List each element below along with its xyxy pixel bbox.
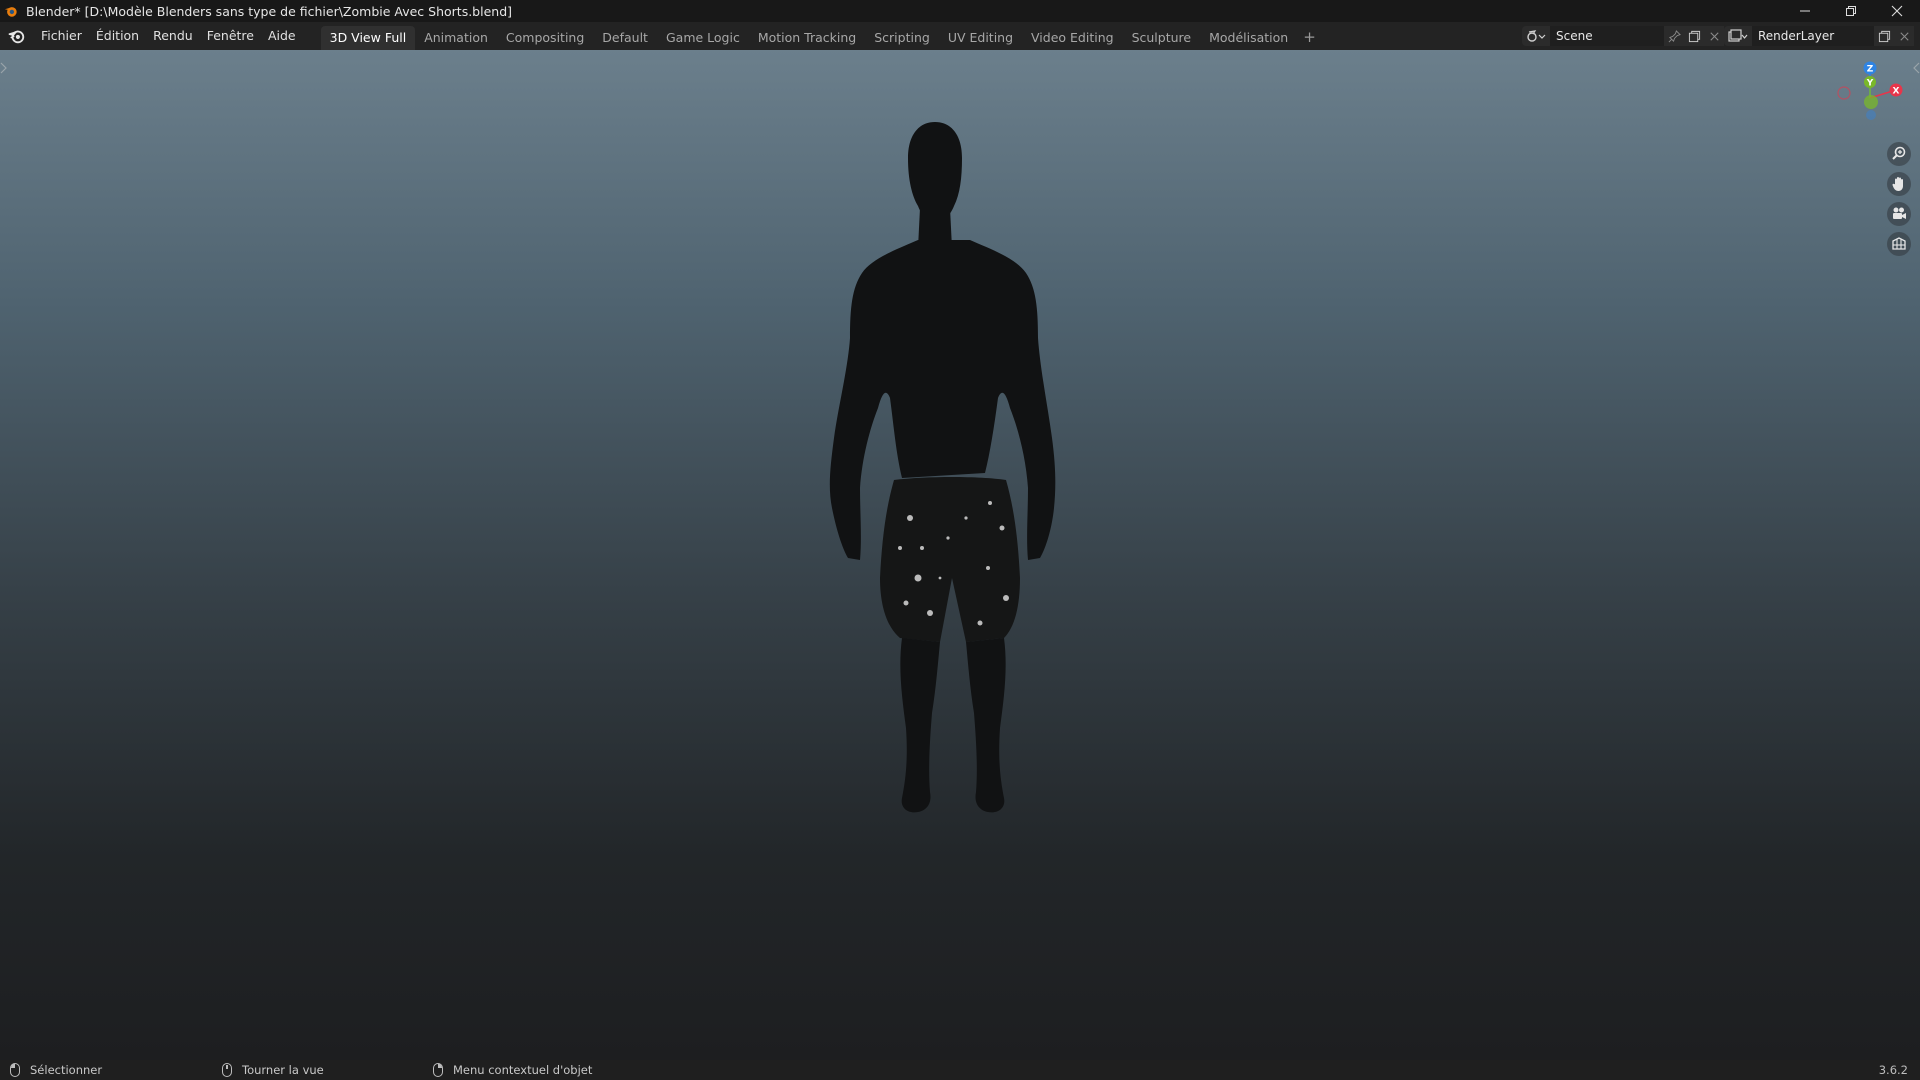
gizmo-z-label: Z [1867, 65, 1874, 75]
menu-fenetre[interactable]: Fenêtre [200, 22, 261, 50]
view-layer-name-field[interactable]: RenderLayer [1752, 26, 1874, 46]
scene-pin-button[interactable] [1664, 26, 1684, 46]
scene-icon [1527, 30, 1546, 42]
statusbar: Sélectionner Tourner la vue Menu context… [0, 1060, 1920, 1080]
menu-fichier[interactable]: Fichier [34, 22, 89, 50]
duplicate-icon [1878, 30, 1890, 42]
status-rotate-label: Tourner la vue [242, 1063, 324, 1077]
camera-view-button[interactable] [1887, 202, 1911, 226]
grid-ortho-icon [1892, 237, 1906, 250]
close-button[interactable] [1874, 0, 1920, 22]
status-select-hint: Sélectionner [10, 1060, 102, 1080]
pin-icon [1668, 29, 1681, 42]
tab-game-logic[interactable]: Game Logic [657, 26, 749, 50]
view-layer-selector: RenderLayer [1724, 25, 1914, 47]
version-label: 3.6.2 [1878, 1063, 1908, 1077]
status-rotate-hint: Tourner la vue [222, 1060, 324, 1080]
tab-uv-editing[interactable]: UV Editing [939, 26, 1022, 50]
gizmo-y-label: Y [1866, 79, 1874, 89]
scene-new-button[interactable] [1684, 26, 1704, 46]
topbar: Fichier Édition Rendu Fenêtre Aide 3D Vi… [0, 22, 1920, 50]
tab-default[interactable]: Default [593, 26, 657, 50]
tab-3d-view-full[interactable]: 3D View Full [320, 26, 416, 50]
hand-pan-icon [1892, 177, 1903, 191]
status-context-hint: Menu contextuel d'objet [433, 1060, 592, 1080]
view-layer-delete-button[interactable] [1894, 26, 1914, 46]
tab-video-editing[interactable]: Video Editing [1022, 26, 1123, 50]
tab-scripting[interactable]: Scripting [865, 26, 939, 50]
window-controls [1782, 0, 1920, 22]
tab-sculpture[interactable]: Sculpture [1123, 26, 1201, 50]
menu-aide[interactable]: Aide [261, 22, 303, 50]
workspace-tabs: 3D View Full Animation Compositing Defau… [320, 22, 1322, 50]
3d-viewport[interactable]: Z Y X [0, 50, 1920, 1060]
viewport-navigation-tools [1887, 142, 1911, 256]
mouse-left-click-icon [10, 1063, 20, 1077]
add-workspace-button[interactable]: + [1297, 28, 1322, 46]
view-layer-browse-button[interactable] [1724, 26, 1752, 46]
tab-animation[interactable]: Animation [415, 26, 497, 50]
mouse-right-click-icon [433, 1063, 443, 1077]
navigation-gizmo[interactable]: Z Y X [1820, 58, 1920, 138]
zoom-icon [1892, 146, 1906, 160]
duplicate-icon [1688, 30, 1700, 42]
view-layer-name: RenderLayer [1758, 29, 1835, 43]
ortho-toggle-button[interactable] [1887, 232, 1911, 256]
window-title: Blender* [D:\Modèle Blenders sans type d… [26, 3, 513, 19]
view-layer-new-button[interactable] [1874, 26, 1894, 46]
close-icon [1899, 31, 1909, 41]
minimize-button[interactable] [1782, 0, 1828, 22]
close-icon [1709, 31, 1719, 41]
scene-delete-button[interactable] [1704, 26, 1724, 46]
restore-button[interactable] [1828, 0, 1874, 22]
menu-edition[interactable]: Édition [89, 22, 146, 50]
window-titlebar: Blender* [D:\Modèle Blenders sans type d… [0, 0, 1920, 22]
scene-name: Scene [1556, 29, 1593, 43]
menu-rendu[interactable]: Rendu [146, 22, 200, 50]
status-context-label: Menu contextuel d'objet [453, 1063, 593, 1077]
scene-browse-button[interactable] [1522, 26, 1550, 46]
gizmo-x-label: X [1893, 87, 1900, 97]
blender-app-icon [4, 7, 17, 17]
pan-button[interactable] [1887, 172, 1911, 196]
minimize-icon [1800, 10, 1810, 12]
mouse-middle-click-icon [222, 1063, 232, 1077]
toolbar-expand-arrow-icon[interactable] [0, 62, 8, 74]
render-layers-icon [1728, 29, 1748, 42]
scene-name-field[interactable]: Scene [1550, 26, 1664, 46]
restore-icon [1846, 6, 1856, 16]
camera-icon [1893, 207, 1906, 219]
tab-motion-tracking[interactable]: Motion Tracking [749, 26, 865, 50]
blender-logo-icon[interactable] [8, 27, 26, 45]
status-select-label: Sélectionner [30, 1063, 103, 1077]
zoom-button[interactable] [1887, 142, 1911, 166]
scene-selector: Scene [1522, 25, 1724, 47]
close-icon [1891, 5, 1903, 17]
tab-compositing[interactable]: Compositing [497, 26, 593, 50]
zombie-model[interactable] [790, 108, 1080, 828]
tab-modelisation[interactable]: Modélisation [1200, 26, 1297, 50]
